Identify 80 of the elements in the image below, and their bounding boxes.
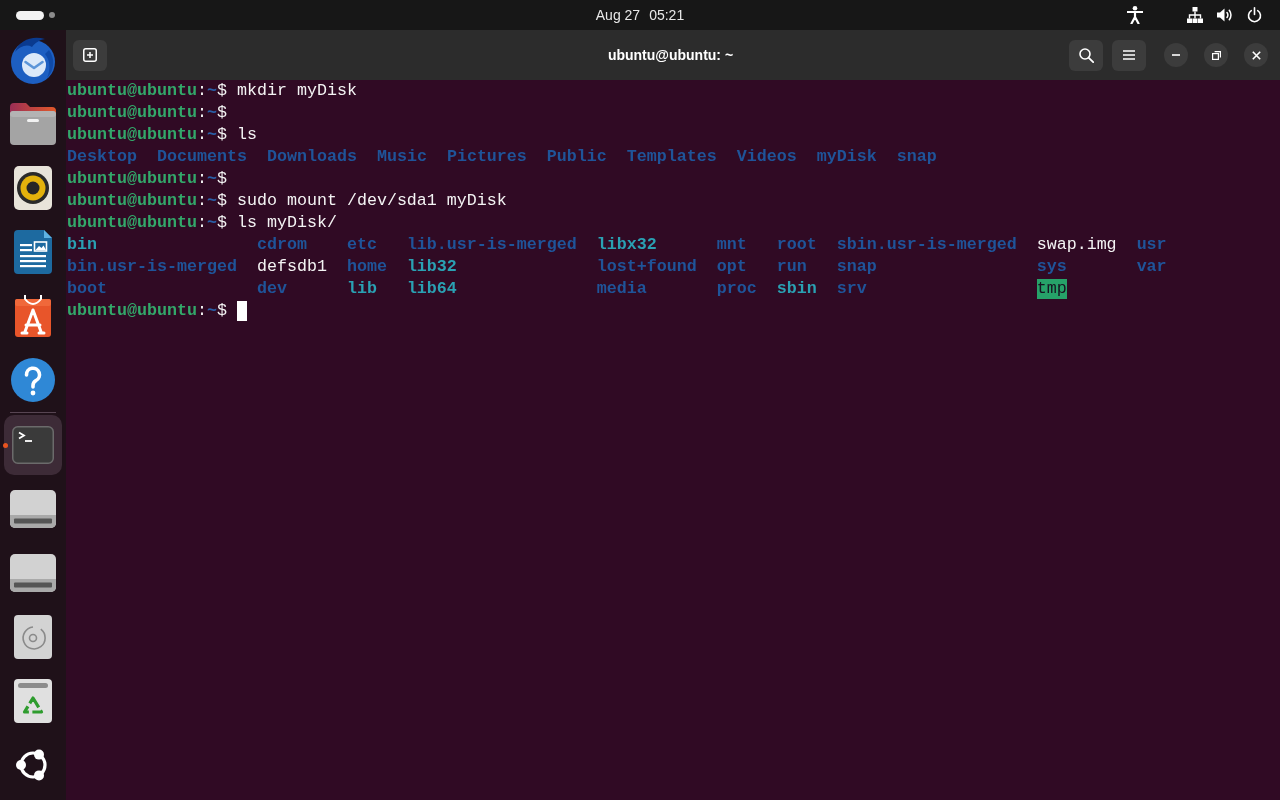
plus-square-icon	[83, 48, 97, 62]
minimize-icon	[1172, 54, 1180, 56]
menu-icon	[1123, 50, 1135, 60]
directory-name: opt	[716, 256, 747, 278]
link-name: lib64	[406, 278, 457, 300]
link-name: lib	[346, 278, 377, 300]
command-text: ls	[236, 124, 257, 146]
trash-icon[interactable]	[14, 679, 52, 723]
directory-name: usr	[1136, 234, 1167, 256]
directory-name: mnt	[716, 234, 747, 256]
directory-name: Videos	[736, 146, 797, 168]
network-icon[interactable]	[1187, 7, 1203, 23]
directory-name: dev	[256, 278, 287, 300]
shell-prompt: ubuntu@ubuntu:~$	[67, 124, 227, 146]
directory-name: boot	[67, 278, 107, 300]
search-button[interactable]	[1069, 39, 1103, 71]
mail-bird-icon[interactable]	[9, 36, 57, 84]
directory-name: sbin.usr-is-merged	[836, 234, 1017, 256]
directory-name: snap	[896, 146, 937, 168]
minimize-button[interactable]	[1164, 43, 1188, 67]
shell-prompt: ubuntu@ubuntu:~$	[67, 300, 227, 322]
document-icon[interactable]	[14, 230, 52, 274]
file-name: swap.img	[1036, 234, 1117, 256]
menu-button[interactable]	[1112, 39, 1146, 71]
volume-icon[interactable]	[1217, 8, 1233, 22]
directory-name: proc	[716, 278, 757, 300]
command-text: ls myDisk/	[236, 212, 337, 234]
dock-button[interactable]	[4, 415, 62, 475]
directory-name: myDisk	[816, 146, 877, 168]
directory-name: media	[596, 278, 647, 300]
directory-name: home	[346, 256, 387, 278]
directory-name: srv	[836, 278, 867, 300]
directory-name: etc	[346, 234, 377, 256]
shell-prompt: ubuntu@ubuntu:~$	[67, 212, 227, 234]
search-icon	[1078, 47, 1094, 63]
workspace-indicator-icon[interactable]	[16, 10, 44, 20]
directory-name: lost+found	[596, 256, 697, 278]
directory-name: Public	[546, 146, 607, 168]
drive-icon[interactable]	[10, 554, 56, 592]
directory-name: cdrom	[256, 234, 307, 256]
window-title: ubuntu@ubuntu: ~	[607, 47, 734, 63]
accessibility-icon[interactable]	[1127, 6, 1143, 24]
link-name: bin	[67, 234, 97, 256]
close-button[interactable]	[1244, 43, 1268, 67]
link-name: lib32	[406, 256, 457, 278]
directory-name: bin.usr-is-merged	[67, 256, 237, 278]
shell-prompt: ubuntu@ubuntu:~$	[67, 80, 227, 102]
folder-icon[interactable]	[10, 103, 56, 145]
directory-name: run	[776, 256, 807, 278]
drive-icon[interactable]	[10, 490, 56, 528]
command-text: sudo mount /dev/sda1 myDisk	[236, 190, 507, 212]
clock-button[interactable]: Aug 27 05:21	[589, 7, 691, 23]
directory-name: Pictures	[446, 146, 527, 168]
link-name: libx32	[596, 234, 657, 256]
directory-name: snap	[836, 256, 877, 278]
restore-icon	[1211, 50, 1221, 60]
directory-name: var	[1136, 256, 1167, 278]
shell-prompt: ubuntu@ubuntu:~$	[67, 168, 227, 190]
shell-prompt: ubuntu@ubuntu:~$	[67, 102, 227, 124]
link-name: sbin	[776, 278, 817, 300]
directory-name: Desktop	[67, 146, 137, 168]
restore-button[interactable]	[1204, 43, 1228, 67]
command-text: mkdir myDisk	[236, 80, 357, 102]
shell-prompt: ubuntu@ubuntu:~$	[67, 190, 227, 212]
speaker-icon[interactable]	[14, 166, 52, 210]
help-icon[interactable]	[11, 358, 55, 402]
directory-name: sys	[1036, 256, 1067, 278]
close-icon	[1251, 50, 1261, 60]
directory-name: Documents	[156, 146, 247, 168]
directory-name: Templates	[626, 146, 717, 168]
directory-name: root	[776, 234, 817, 256]
highlighted-directory-name: tmp	[1036, 279, 1067, 299]
shopping-bag-icon[interactable]	[15, 295, 51, 337]
directory-name: Music	[376, 146, 427, 168]
directory-name: lib.usr-is-merged	[406, 234, 577, 256]
new-tab-button[interactable]	[73, 39, 107, 71]
file-name: defsdb1	[256, 256, 327, 278]
directory-name: Downloads	[266, 146, 357, 168]
power-icon[interactable]	[1247, 7, 1262, 23]
terminal-icon	[12, 426, 54, 464]
